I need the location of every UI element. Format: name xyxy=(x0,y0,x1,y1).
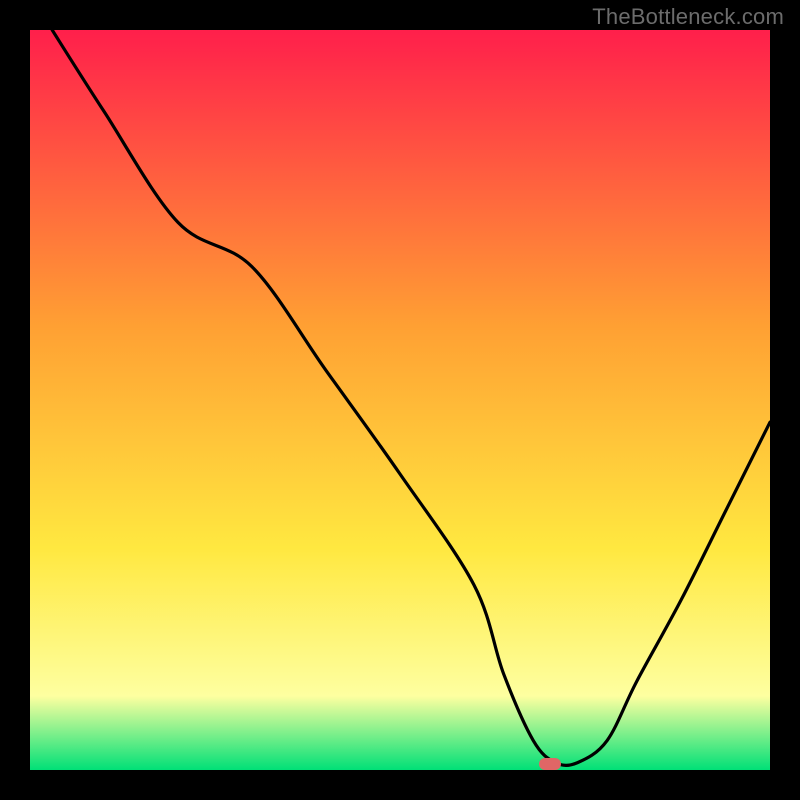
bottleneck-curve xyxy=(30,30,770,770)
chart-frame: TheBottleneck.com xyxy=(0,0,800,800)
optimum-marker xyxy=(539,758,561,770)
plot-area xyxy=(30,30,770,770)
watermark-text: TheBottleneck.com xyxy=(592,4,784,30)
